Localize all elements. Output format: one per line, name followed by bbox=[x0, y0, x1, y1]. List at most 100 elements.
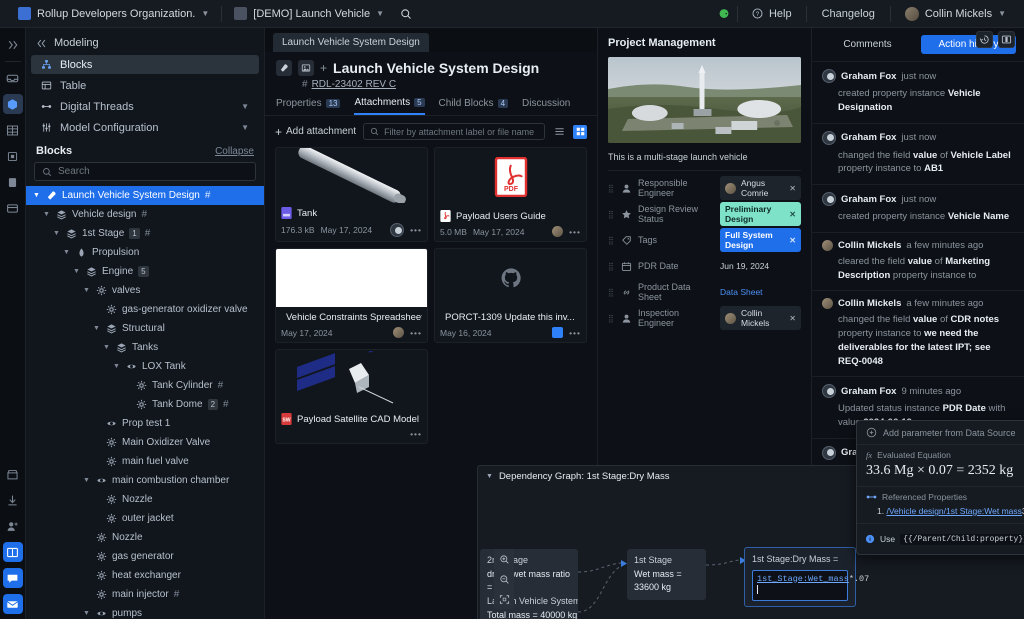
tree-item[interactable]: ▼Structural bbox=[26, 319, 264, 338]
list-view-button[interactable] bbox=[552, 125, 566, 139]
block-image-button[interactable] bbox=[298, 60, 314, 76]
global-search-button[interactable] bbox=[392, 4, 420, 24]
coins-icon[interactable]: ⚈ bbox=[717, 7, 731, 21]
rail-marketplace-button[interactable] bbox=[3, 464, 23, 484]
chevron-down-icon[interactable]: ▼ bbox=[102, 344, 111, 351]
history-button[interactable] bbox=[976, 31, 993, 48]
drag-handle-icon[interactable]: ⣿ bbox=[608, 262, 614, 271]
rail-chat-button[interactable] bbox=[3, 568, 23, 588]
attachment-card[interactable]: PORCT-1309 Update this inv... May 16, 20… bbox=[434, 248, 587, 343]
property-link[interactable]: Data Sheet bbox=[720, 287, 763, 297]
project-switcher[interactable]: [DEMO] Launch Vehicle ▼ bbox=[226, 4, 392, 24]
drag-handle-icon[interactable]: ⣿ bbox=[608, 210, 614, 219]
person-chip[interactable]: Collin Mickels✕ bbox=[720, 306, 801, 330]
drag-handle-icon[interactable]: ⣿ bbox=[608, 184, 614, 193]
chevron-down-icon[interactable]: ▼ bbox=[82, 477, 91, 484]
tab-child-blocks[interactable]: Child Blocks4 bbox=[439, 97, 508, 115]
tree-item[interactable]: ▼main combustion chamber bbox=[26, 471, 264, 490]
drag-handle-icon[interactable]: ⣿ bbox=[608, 288, 614, 297]
tree-item[interactable]: outer jacket bbox=[26, 509, 264, 528]
chevron-down-icon[interactable]: ▼ bbox=[42, 211, 51, 218]
rail-modeling-button[interactable] bbox=[3, 94, 23, 114]
rail-clipboard-button[interactable] bbox=[3, 172, 23, 192]
changelog-link[interactable]: Changelog bbox=[813, 8, 884, 20]
close-icon[interactable]: ✕ bbox=[789, 314, 796, 323]
tab-discussion[interactable]: Discussion bbox=[522, 97, 570, 115]
fit-screen-button[interactable] bbox=[494, 589, 514, 609]
tree-item[interactable]: Nozzle bbox=[26, 490, 264, 509]
graph-node-dry-mass-editor[interactable]: 1st Stage:Dry Mass = 1st_Stage:Wet_mass*… bbox=[744, 547, 856, 607]
tree-item[interactable]: ▼pumps bbox=[26, 604, 264, 619]
sidebar-item-table[interactable]: Table bbox=[31, 76, 259, 95]
chevron-down-icon[interactable]: ▼ bbox=[72, 268, 81, 275]
open-tab[interactable]: Launch Vehicle System Design bbox=[273, 33, 429, 52]
tree-item[interactable]: ▼valves bbox=[26, 281, 264, 300]
chevron-down-icon[interactable]: ▼ bbox=[82, 287, 91, 294]
chevron-down-icon[interactable]: ▼ bbox=[62, 249, 71, 256]
attachment-menu-button[interactable]: ••• bbox=[410, 429, 422, 439]
attachment-menu-button[interactable]: ••• bbox=[569, 227, 581, 237]
tree-item[interactable]: gas-generator oxidizer valve bbox=[26, 300, 264, 319]
attachment-filter-input[interactable]: Filter by attachment label or file name bbox=[363, 123, 545, 140]
chevron-down-icon[interactable]: ▼ bbox=[82, 610, 91, 617]
rail-inbox-button[interactable] bbox=[3, 68, 23, 88]
add-block-icon[interactable]: + bbox=[320, 61, 327, 75]
graph-node-1st-stage[interactable]: 1st Stage Wet mass = 33600 kg bbox=[627, 549, 706, 600]
chevron-down-icon[interactable]: ▼ bbox=[92, 325, 101, 332]
tree-item[interactable]: gas generator bbox=[26, 547, 264, 566]
tree-item[interactable]: Prop test 1 bbox=[26, 414, 264, 433]
close-icon[interactable]: ✕ bbox=[789, 184, 796, 193]
block-id-link[interactable]: RDL-23402 REV C bbox=[312, 79, 396, 90]
tree-item[interactable]: Tank Cylinder# bbox=[26, 376, 264, 395]
grid-view-button[interactable] bbox=[573, 125, 587, 139]
sidebar-item-digital-threads[interactable]: Digital Threads ▼ bbox=[31, 97, 259, 116]
attachment-card[interactable]: PDF Payload Users Guide 5.0 MB May 17, 2… bbox=[434, 147, 587, 242]
tab-properties[interactable]: Properties13 bbox=[276, 97, 340, 115]
add-attachment-button[interactable]: + Add attachment bbox=[275, 125, 356, 139]
sidebar-item-blocks[interactable]: Blocks bbox=[31, 55, 259, 74]
expand-rail-button[interactable] bbox=[3, 35, 23, 55]
tree-item[interactable]: ▼LOX Tank bbox=[26, 357, 264, 376]
sidebar-item-model-configuration[interactable]: Model Configuration ▼ bbox=[31, 118, 259, 137]
attachment-menu-button[interactable]: ••• bbox=[410, 225, 422, 235]
attachment-card[interactable]: Tank 176.3 kB May 17, 2024 ••• bbox=[275, 147, 428, 242]
tree-item[interactable]: ▼Tanks bbox=[26, 338, 264, 357]
rail-invite-button[interactable] bbox=[3, 516, 23, 536]
tree-item[interactable]: ▼Launch Vehicle System Design# bbox=[26, 186, 264, 205]
tree-item[interactable]: main fuel valve bbox=[26, 452, 264, 471]
rail-requirements-button[interactable] bbox=[3, 146, 23, 166]
attachment-menu-button[interactable]: ••• bbox=[569, 328, 581, 338]
tree-item[interactable]: heat exchanger bbox=[26, 566, 264, 585]
equation-input[interactable]: 1st_Stage:Wet_mass*.07 bbox=[752, 570, 848, 602]
drag-handle-icon[interactable]: ⣿ bbox=[608, 236, 614, 245]
rail-download-button[interactable] bbox=[3, 490, 23, 510]
help-button[interactable]: ? Help bbox=[744, 4, 800, 24]
tree-item[interactable]: Main Oxidizer Valve bbox=[26, 433, 264, 452]
status-badge[interactable]: Preliminary Design✕ bbox=[720, 202, 801, 226]
rail-mail-button[interactable] bbox=[3, 594, 23, 614]
drag-handle-icon[interactable]: ⣿ bbox=[608, 314, 614, 323]
tag-badge[interactable]: Full System Design✕ bbox=[720, 228, 801, 252]
user-menu[interactable]: Collin Mickels ▼ bbox=[897, 4, 1014, 24]
attachment-card[interactable]: SWPayload Satellite CAD Model ••• bbox=[275, 349, 428, 444]
block-type-icon-button[interactable] bbox=[276, 60, 292, 76]
chevron-down-icon[interactable]: ▼ bbox=[32, 192, 41, 199]
person-chip[interactable]: Angus Comrie✕ bbox=[720, 176, 801, 200]
zoom-in-button[interactable] bbox=[494, 549, 514, 569]
tree-item[interactable]: Nozzle bbox=[26, 528, 264, 547]
blocks-search-input[interactable]: Search bbox=[34, 162, 256, 181]
attachment-card[interactable]: Vehicle Constraints Spreadsheet May 17, … bbox=[275, 248, 428, 343]
panel-layout-button[interactable] bbox=[998, 31, 1015, 48]
tree-item[interactable]: ▼Propulsion bbox=[26, 243, 264, 262]
tree-item[interactable]: ▼Engine5 bbox=[26, 262, 264, 281]
rail-library-button[interactable] bbox=[3, 542, 23, 562]
ref-property-link[interactable]: /Vehicle design/1st Stage:Wet mass bbox=[886, 506, 1021, 516]
tab-comments[interactable]: Comments bbox=[820, 35, 915, 54]
tree-item[interactable]: ▼Vehicle design# bbox=[26, 205, 264, 224]
close-icon[interactable]: ✕ bbox=[789, 236, 796, 245]
tree-item[interactable]: ▼1st Stage1# bbox=[26, 224, 264, 243]
close-icon[interactable]: ✕ bbox=[789, 210, 796, 219]
tree-item[interactable]: Tank Dome2# bbox=[26, 395, 264, 414]
tree-item[interactable]: main injector# bbox=[26, 585, 264, 604]
nav-header[interactable]: Modeling bbox=[26, 32, 264, 54]
